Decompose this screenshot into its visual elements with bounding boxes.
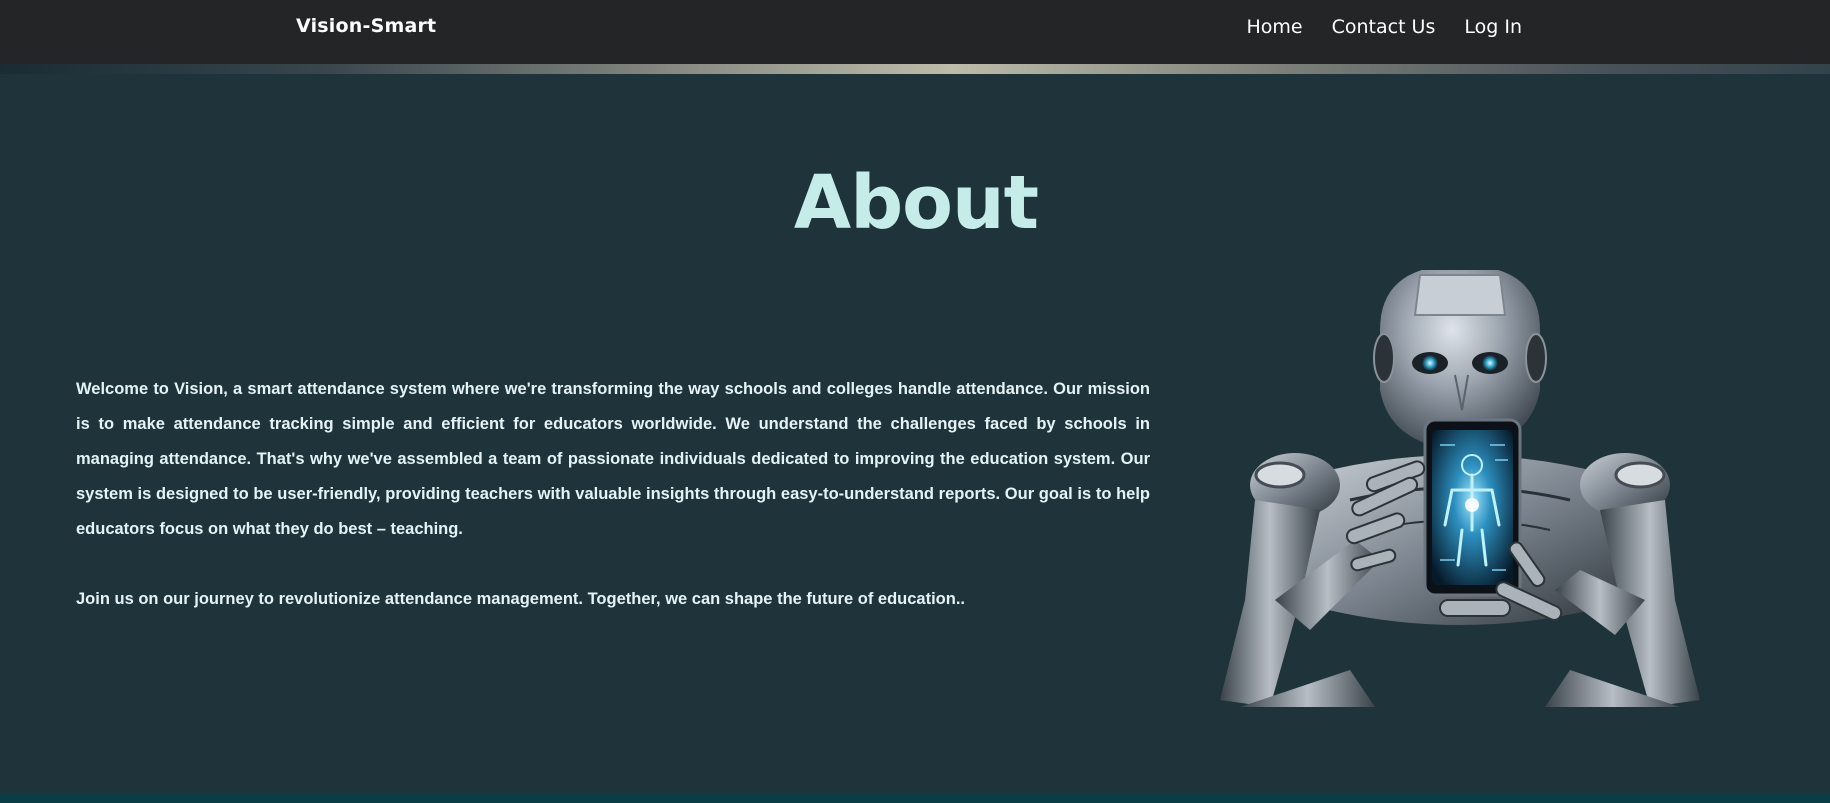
footer-bar bbox=[0, 793, 1830, 803]
nav-link-contact-us[interactable]: Contact Us bbox=[1332, 16, 1436, 38]
robot-illustration bbox=[1200, 265, 1760, 707]
about-paragraph-intro: Welcome to Vision, a smart attendance sy… bbox=[76, 380, 1150, 538]
nav-link-home[interactable]: Home bbox=[1246, 16, 1302, 38]
about-description: Welcome to Vision, a smart attendance sy… bbox=[76, 372, 1150, 617]
nav-link-log-in[interactable]: Log In bbox=[1464, 16, 1522, 38]
page-title: About bbox=[793, 160, 1039, 246]
about-paragraph-join: Join us on our journey to revolutionize … bbox=[76, 590, 965, 608]
nav-links: Home Contact Us Log In bbox=[1246, 16, 1522, 38]
brand-logo[interactable]: Vision-Smart bbox=[296, 15, 436, 37]
nav-gradient-divider bbox=[0, 64, 1830, 74]
top-navbar: Vision-Smart Home Contact Us Log In bbox=[0, 0, 1830, 64]
robot-holding-phone-illustration bbox=[1220, 265, 1700, 707]
